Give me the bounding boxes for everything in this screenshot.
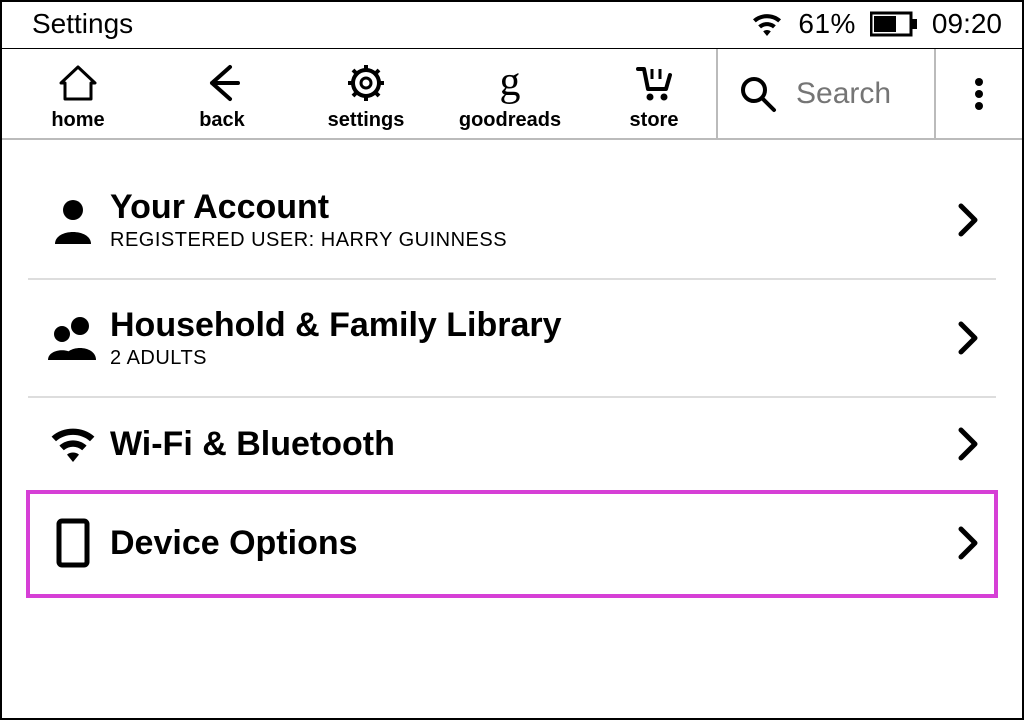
settings-item-household[interactable]: Household & Family Library 2 ADULTS — [28, 280, 996, 398]
chevron-right-icon — [948, 203, 988, 237]
settings-item-title: Wi-Fi & Bluetooth — [110, 425, 948, 464]
back-label: back — [199, 109, 245, 132]
svg-text:g: g — [500, 61, 521, 105]
chevron-right-icon — [948, 427, 988, 461]
status-right: 61% 09:20 — [750, 8, 1002, 40]
tablet-icon — [36, 518, 110, 568]
settings-item-title: Device Options — [110, 524, 948, 563]
goodreads-button[interactable]: g goodreads — [458, 61, 562, 132]
chevron-right-icon — [948, 321, 988, 355]
settings-item-title: Your Account — [110, 188, 948, 227]
goodreads-icon: g — [488, 61, 532, 105]
home-label: home — [51, 109, 104, 132]
goodreads-label: goodreads — [459, 109, 561, 132]
store-label: store — [630, 109, 679, 132]
settings-item-device-options[interactable]: Device Options — [28, 492, 996, 596]
toolbar: home back settings g goodreads — [2, 49, 1022, 140]
status-bar: Settings 61% 09:20 — [2, 2, 1022, 49]
overflow-menu-button[interactable] — [934, 49, 1022, 138]
settings-label: settings — [328, 109, 405, 132]
search-input[interactable] — [796, 77, 914, 111]
user-icon — [36, 196, 110, 244]
settings-item-wifi-bluetooth[interactable]: Wi-Fi & Bluetooth — [28, 398, 996, 492]
settings-item-your-account[interactable]: Your Account REGISTERED USER: HARRY GUIN… — [28, 162, 996, 280]
clock-time: 09:20 — [932, 8, 1002, 40]
wifi-status-icon — [750, 11, 784, 37]
back-arrow-icon — [200, 61, 244, 105]
gear-icon — [344, 61, 388, 105]
store-button[interactable]: store — [602, 61, 706, 132]
settings-list: Your Account REGISTERED USER: HARRY GUIN… — [2, 140, 1022, 718]
cart-icon — [632, 61, 676, 105]
search-icon — [738, 74, 778, 114]
vertical-dots-icon — [973, 72, 985, 116]
settings-item-subtitle: REGISTERED USER: HARRY GUINNESS — [110, 229, 948, 252]
settings-button[interactable]: settings — [314, 61, 418, 132]
settings-item-subtitle: 2 ADULTS — [110, 347, 948, 370]
wifi-icon — [36, 424, 110, 464]
chevron-right-icon — [948, 526, 988, 560]
home-button[interactable]: home — [26, 61, 130, 132]
back-button[interactable]: back — [170, 61, 274, 132]
family-icon — [36, 314, 110, 362]
home-icon — [56, 61, 100, 105]
battery-icon — [870, 11, 918, 37]
search-box[interactable] — [716, 49, 934, 138]
page-title: Settings — [32, 8, 133, 40]
settings-item-title: Household & Family Library — [110, 306, 948, 345]
battery-percent: 61% — [798, 8, 856, 40]
